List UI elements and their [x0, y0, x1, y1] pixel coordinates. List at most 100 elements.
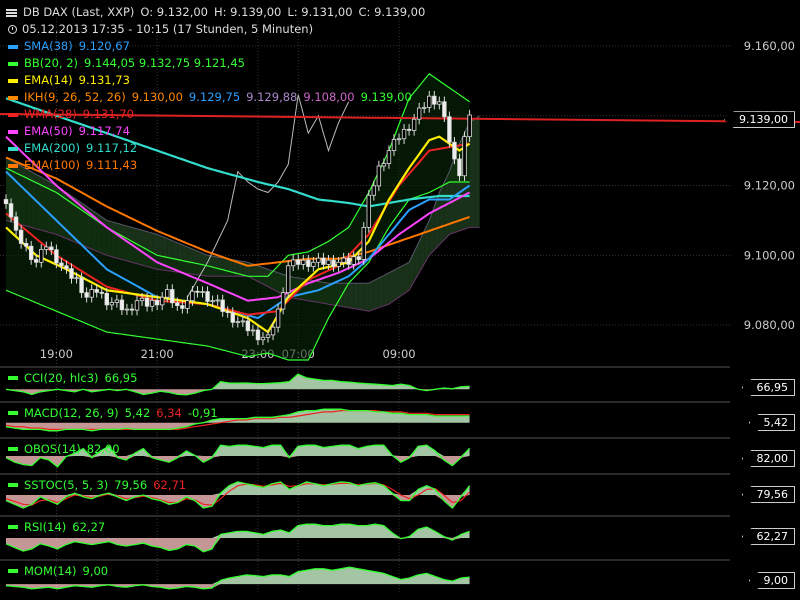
candle-body [240, 320, 246, 323]
candle-body [260, 336, 266, 341]
panel-title: CCI(20, hlc3) [24, 371, 99, 385]
candle-body [84, 292, 89, 298]
legend-item-wma28[interactable]: WMA(28) 9.131,70 [0, 106, 425, 123]
legend-item-ikh[interactable]: IKH(9, 26, 52, 26) 9.130,00 9.129,75 9.129,… [0, 89, 425, 106]
candle-body [79, 277, 84, 294]
panel-label-macd[interactable]: MACD(12, 26, 9) 5,42 6,34 -0,91 [0, 406, 218, 420]
candle-body [18, 229, 24, 244]
candle-body [220, 299, 225, 312]
panel-label-rsi[interactable]: RSI(14) 62,27 [0, 520, 105, 534]
panel-label-mom[interactable]: MOM(14) 9,00 [0, 564, 108, 578]
panel-signal-value: 6,34 [156, 406, 182, 420]
panel-value: 82,00 [86, 442, 120, 456]
candle-body [114, 299, 120, 303]
y-tick-label: 9.120,00 [744, 179, 795, 193]
panel-value-tag: 62,27 [741, 528, 795, 545]
clock-icon [8, 25, 17, 34]
legend-item-bb[interactable]: BB(20, 2) 9.144,05 9.132,75 9.121,45 [0, 55, 425, 72]
candle-body [134, 300, 140, 311]
legend-swatch [8, 78, 18, 83]
candle-body [326, 259, 331, 265]
candle-body [129, 308, 135, 311]
legend-item-ema200[interactable]: EMA(200) 9.117,12 [0, 140, 425, 157]
y-tick-label: 9.080,00 [744, 318, 795, 332]
open-value: O: 9.132,00 [140, 5, 208, 19]
panel-swatch [8, 376, 18, 380]
legend-item-ema100[interactable]: EMA(100) 9.111,43 [0, 157, 425, 174]
legend-label: WMA(28) [24, 107, 77, 121]
legend-value: 9.144,05 9.132,75 9.121,45 [84, 56, 245, 70]
ichimoku-cloud [373, 278, 379, 310]
y-tick-label: 9.160,00 [744, 39, 795, 53]
legend-value: 9.117,74 [78, 124, 130, 138]
candle-body [341, 257, 346, 263]
candle-body [336, 261, 341, 267]
panel-value-tag: 82,00 [741, 450, 795, 467]
panel-swatch [8, 411, 18, 415]
candle-body [270, 326, 276, 336]
candle-body [200, 291, 205, 294]
candle-body [467, 114, 472, 138]
candle-body [225, 311, 230, 313]
candle-body [119, 299, 125, 311]
panel-title: MOM(14) [24, 564, 77, 578]
candle-body [285, 265, 291, 294]
legend-value: 9.131,73 [78, 73, 130, 87]
panel-value: 79,56 [114, 478, 148, 492]
candle-body [59, 262, 64, 267]
candle-body [124, 308, 130, 311]
legend-swatch [8, 95, 18, 100]
header-ohlc-row: DB DAX (Last, XXP) O: 9.132,00 H: 9.139,… [0, 4, 425, 21]
candle-body [74, 277, 79, 280]
candle-body [306, 259, 311, 267]
panel-value-tag: 66,95 [741, 379, 795, 396]
ichimoku-cloud [358, 283, 364, 311]
panel-label-cci[interactable]: CCI(20, hlc3) 66,95 [0, 371, 137, 385]
panel-value: 5,42 [124, 406, 151, 420]
last-price-tag: 9.139,00 [724, 111, 795, 129]
chart-header: DB DAX (Last, XXP) O: 9.132,00 H: 9.139,… [0, 4, 425, 174]
candle-body [139, 297, 145, 302]
panel-swatch [8, 447, 18, 451]
legend-swatch [8, 129, 18, 134]
legend-label: BB(20, 2) [24, 56, 79, 70]
legend-item-ema14[interactable]: EMA(14) 9.131,73 [0, 72, 425, 89]
candle-body [275, 308, 281, 328]
panel-value-tag: 79,56 [741, 486, 795, 503]
legend-item-sma38[interactable]: SMA(38) 9.120,67 [0, 38, 425, 55]
legend-value: 9.131,70 [82, 107, 134, 121]
menu-icon[interactable] [6, 8, 17, 17]
candle-body [205, 291, 210, 302]
candle-body [331, 259, 336, 267]
legend-value: 9.120,67 [78, 39, 130, 53]
panel-signal-value: 62,71 [153, 478, 187, 492]
candle-body [301, 259, 306, 265]
candle-body [109, 302, 115, 306]
legend-item-ema50[interactable]: EMA(50) 9.117,74 [0, 123, 425, 140]
ichimoku-cloud [348, 283, 354, 309]
candle-body [462, 136, 467, 177]
panel-label-sstoc[interactable]: SSTOC(5, 5, 3) 79,56 62,71 [0, 478, 186, 492]
panel-label-obos[interactable]: OBOS(14) 82,00 [0, 442, 120, 456]
legend-extra-value: 9.108,00 [303, 90, 355, 104]
legend-extra-value: 9.129,75 [188, 90, 241, 104]
candle-body [3, 199, 9, 205]
candle-body [346, 257, 351, 265]
legend-label: IKH(9, 26, 52, 26) [24, 90, 126, 104]
candle-body [356, 256, 361, 260]
candle-body [23, 243, 29, 247]
panel-title: SSTOC(5, 5, 3) [24, 478, 109, 492]
panel-value: 9,00 [82, 564, 109, 578]
panel-fill-negative [6, 584, 470, 589]
candle-body [280, 292, 286, 310]
legend-value: 9.130,00 [131, 90, 183, 104]
panel-value: 62,27 [72, 520, 106, 534]
legend-swatch [8, 146, 18, 151]
ichimoku-cloud [368, 280, 374, 312]
candle-body [265, 334, 271, 338]
candle-body [44, 246, 49, 250]
candle-body [250, 329, 256, 332]
candle-body [99, 291, 104, 294]
candle-body [321, 257, 326, 265]
candle-body [235, 321, 240, 324]
